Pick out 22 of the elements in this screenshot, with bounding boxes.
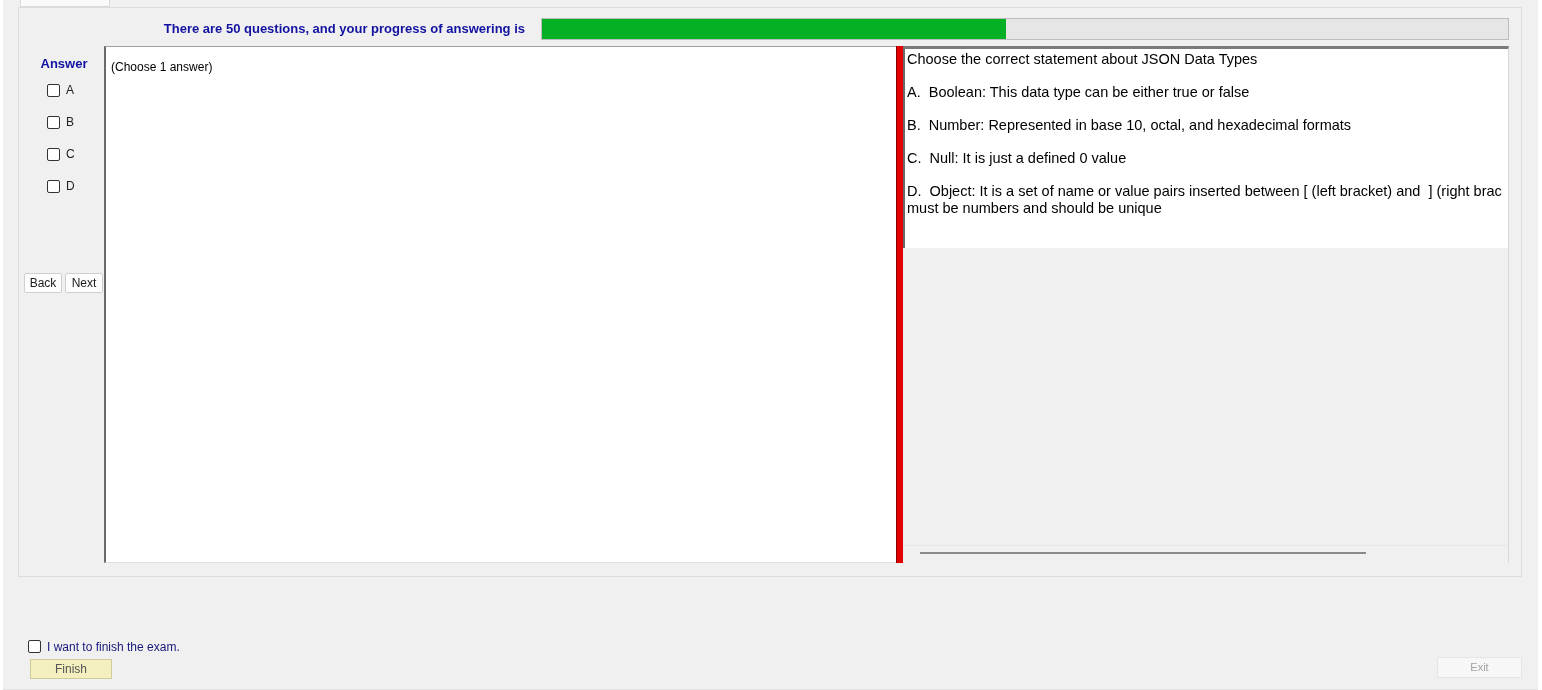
checkbox[interactable] bbox=[28, 640, 41, 653]
option-text: D. Object: It is a set of name or value pairs inserted between [ (left bracket) and ] (right brac must be numbers and should be unique bbox=[907, 183, 1502, 216]
checkbox[interactable] bbox=[47, 83, 60, 97]
progress-text: There are 50 questions, and your progress of answering is bbox=[163, 21, 525, 37]
checkbox[interactable] bbox=[47, 179, 60, 193]
option-label[interactable]: B bbox=[66, 115, 74, 129]
instruction-text: (Choose 1 answer) bbox=[111, 60, 213, 74]
next-button[interactable]: Next bbox=[65, 273, 103, 293]
scrollbar-thumb[interactable] bbox=[920, 552, 1366, 554]
option-text: A. Boolean: This data type can be either true or false bbox=[907, 84, 1250, 101]
question-title: Choose the correct statement about JSON Data Types bbox=[907, 51, 1258, 68]
finish-confirm-label[interactable]: I want to finish the exam. bbox=[47, 639, 180, 654]
finish-button[interactable]: Finish bbox=[30, 659, 112, 679]
option-label[interactable]: A bbox=[66, 83, 74, 97]
option-label[interactable]: C bbox=[66, 147, 75, 161]
checkbox[interactable] bbox=[47, 147, 60, 161]
back-button[interactable]: Back bbox=[24, 273, 62, 293]
option-label[interactable]: D bbox=[66, 179, 75, 193]
answer-heading: Answer bbox=[39, 56, 88, 71]
checkbox[interactable] bbox=[47, 115, 60, 129]
option-text: B. Number: Represented in base 10, octal, and hexadecimal formats bbox=[907, 117, 1352, 134]
option-text: C. Null: It is just a defined 0 value bbox=[907, 150, 1127, 167]
